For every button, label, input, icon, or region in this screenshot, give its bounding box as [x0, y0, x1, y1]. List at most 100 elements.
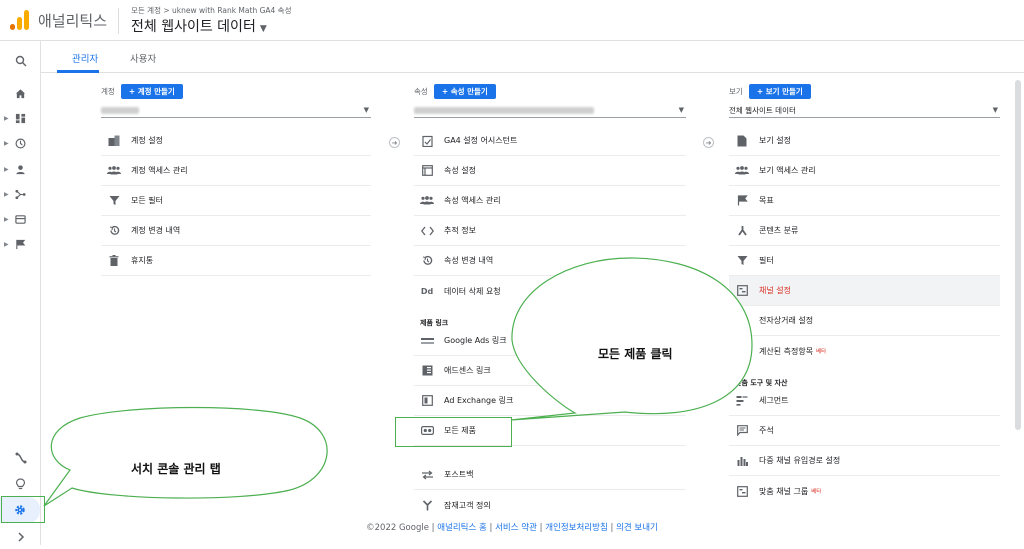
tab-user[interactable]: 사용자 — [130, 51, 156, 65]
scrollbar[interactable] — [1015, 80, 1021, 430]
active-tab-indicator — [57, 70, 99, 73]
doc-icon — [735, 134, 749, 148]
customization-icon[interactable]: ▶ — [0, 106, 41, 130]
menu-item-ecommerce-settings[interactable]: 전자상거래 설정 — [729, 306, 1000, 336]
bar-chart-icon — [735, 454, 749, 468]
top-bar: 애널리틱스 모든 계정 > uknew with Rank Math GA4 속… — [0, 0, 1024, 41]
filter-icon — [107, 194, 121, 208]
footer-link-home[interactable]: 애널리틱스 홈 — [437, 523, 487, 533]
dropdown-arrow-icon: ▼ — [363, 106, 369, 114]
building-icon — [107, 134, 121, 148]
lightbulb-icon[interactable] — [0, 472, 41, 496]
trash-icon — [107, 254, 121, 268]
menu-item-account-access[interactable]: 계정 액세스 관리 — [101, 156, 371, 186]
menu-item-postback[interactable]: 포스트백 — [414, 460, 686, 490]
menu-item-data-deletion[interactable]: Dd 데이터 삭제 요청 — [414, 276, 686, 306]
breadcrumb[interactable]: 모든 계정 > uknew with Rank Math GA4 속성 — [131, 5, 291, 16]
account-header: 계정 + 계정 만들기 — [101, 84, 183, 99]
menu-item-ga4-setup-assistant[interactable]: GA4 설정 어시스턴트 — [414, 126, 686, 156]
menu-item-view-access[interactable]: 보기 액세스 관리 — [729, 156, 1000, 186]
beta-badge: 베타 — [811, 489, 822, 495]
annotation-search-console: 서치 콘솔 관리 탭 — [131, 462, 221, 476]
expand-arrow-icon: ▶ — [4, 215, 9, 223]
comment-icon — [735, 424, 749, 438]
history-icon — [420, 254, 434, 268]
menu-item-tracking-info[interactable]: 추적 정보 — [414, 216, 686, 246]
menu-item-custom-channel-groups[interactable]: 맞춤 채널 그룹 베타 — [729, 476, 1000, 506]
home-icon[interactable] — [0, 81, 41, 105]
blurred-account-name — [101, 107, 139, 114]
menu-item-account-settings[interactable]: 계정 설정 — [101, 126, 371, 156]
blurred-property-name — [414, 107, 594, 114]
flag-icon — [735, 194, 749, 208]
menu-item-property-settings[interactable]: 속성 설정 — [414, 156, 686, 186]
view-selector[interactable]: 전체 웹사이트 데이터 ▼ — [131, 16, 267, 36]
attribution-icon[interactable] — [0, 446, 41, 470]
menu-item-property-history[interactable]: 속성 변경 내역 — [414, 246, 686, 276]
menu-item-goals[interactable]: 목표 — [729, 186, 1000, 216]
highlight-box-all-products — [395, 417, 512, 447]
create-account-button[interactable]: + 계정 만들기 — [120, 84, 183, 99]
footer-separator: | — [610, 523, 614, 533]
people-icon — [107, 164, 121, 178]
admin-tabs: 관리자 사용자 — [41, 41, 1024, 73]
menu-item-audience-definitions[interactable]: 잠재고객 정의 — [414, 490, 686, 520]
footer-link-feedback[interactable]: 의견 보내기 — [616, 523, 658, 533]
footer-separator: | — [539, 523, 543, 533]
footer-link-privacy[interactable]: 개인정보처리방침 — [545, 523, 608, 533]
brand-name[interactable]: 애널리틱스 — [38, 10, 107, 31]
account-label: 계정 — [101, 87, 115, 96]
view-header: 보기 + 보기 만들기 — [729, 84, 811, 99]
caret-down-icon: ▼ — [259, 24, 267, 34]
view-title: 전체 웹사이트 데이터 — [131, 19, 256, 35]
expand-arrow-icon: ▶ — [4, 190, 9, 198]
menu-item-annotations[interactable]: 주석 — [729, 416, 1000, 446]
filter-icon — [735, 254, 749, 268]
analytics-logo-icon[interactable] — [10, 8, 30, 30]
tab-admin[interactable]: 관리자 — [72, 51, 98, 65]
view-select[interactable]: 전체 웹사이트 데이터 ▼ — [729, 105, 1000, 118]
menu-item-content-grouping[interactable]: 콘텐츠 분류 — [729, 216, 1000, 246]
expand-arrow-icon: ▶ — [4, 165, 9, 173]
menu-item-all-filters[interactable]: 모든 필터 — [101, 186, 371, 216]
property-select[interactable]: ▼ — [414, 105, 686, 118]
menu-item-ad-exchange-link[interactable]: Ad Exchange 링크 — [414, 386, 686, 416]
property-header: 속성 + 속성 만들기 — [414, 84, 496, 99]
create-property-button[interactable]: + 속성 만들기 — [433, 84, 496, 99]
audience-icon — [420, 498, 434, 512]
expand-arrow-icon: ▶ — [4, 114, 9, 122]
create-view-button[interactable]: + 보기 만들기 — [748, 84, 811, 99]
behavior-icon[interactable]: ▶ — [0, 207, 41, 231]
window-icon — [420, 164, 434, 178]
conversions-flag-icon[interactable]: ▶ — [0, 232, 41, 256]
dd-icon: Dd — [420, 286, 434, 296]
column-arrow-icon: ➜ — [389, 137, 400, 148]
footer-link-terms[interactable]: 서비스 약관 — [495, 523, 537, 533]
menu-item-mcf-settings[interactable]: 다중 채널 유입경로 설정 — [729, 446, 1000, 476]
cart-icon — [735, 314, 749, 328]
menu-item-view-settings[interactable]: 보기 설정 — [729, 126, 1000, 156]
people-icon — [420, 194, 434, 208]
view-label: 보기 — [729, 87, 743, 96]
menu-item-segments[interactable]: 세그먼트 — [729, 386, 1000, 416]
realtime-clock-icon[interactable]: ▶ — [0, 131, 41, 155]
annotation-all-products: 모든 제품 클릭 — [598, 347, 673, 361]
audience-person-icon[interactable]: ▶ — [0, 157, 41, 181]
account-select[interactable]: ▼ — [101, 105, 371, 118]
adsense-icon — [420, 364, 434, 378]
footer: ©2022 Google | 애널리틱스 홈 | 서비스 약관 | 개인정보처리… — [0, 521, 1024, 533]
acquisition-icon[interactable]: ▶ — [0, 182, 41, 206]
highlight-box-admin — [1, 496, 45, 523]
menu-item-property-access[interactable]: 속성 액세스 관리 — [414, 186, 686, 216]
code-icon — [420, 224, 434, 238]
dd-icon: Dd — [735, 346, 749, 356]
postback-icon — [420, 468, 434, 482]
search-icon[interactable] — [0, 49, 41, 73]
menu-item-account-history[interactable]: 계정 변경 내역 — [101, 216, 371, 246]
menu-item-channel-settings[interactable]: 채널 설정 — [729, 276, 1000, 306]
menu-item-filters[interactable]: 필터 — [729, 246, 1000, 276]
left-nav-rail: ▶ ▶ ▶ ▶ ▶ ▶ — [0, 41, 41, 545]
adexchange-icon — [420, 394, 434, 408]
menu-item-calculated-metrics[interactable]: Dd 계산된 측정항목 베타 — [729, 336, 1000, 366]
menu-item-trash[interactable]: 휴지통 — [101, 246, 371, 276]
